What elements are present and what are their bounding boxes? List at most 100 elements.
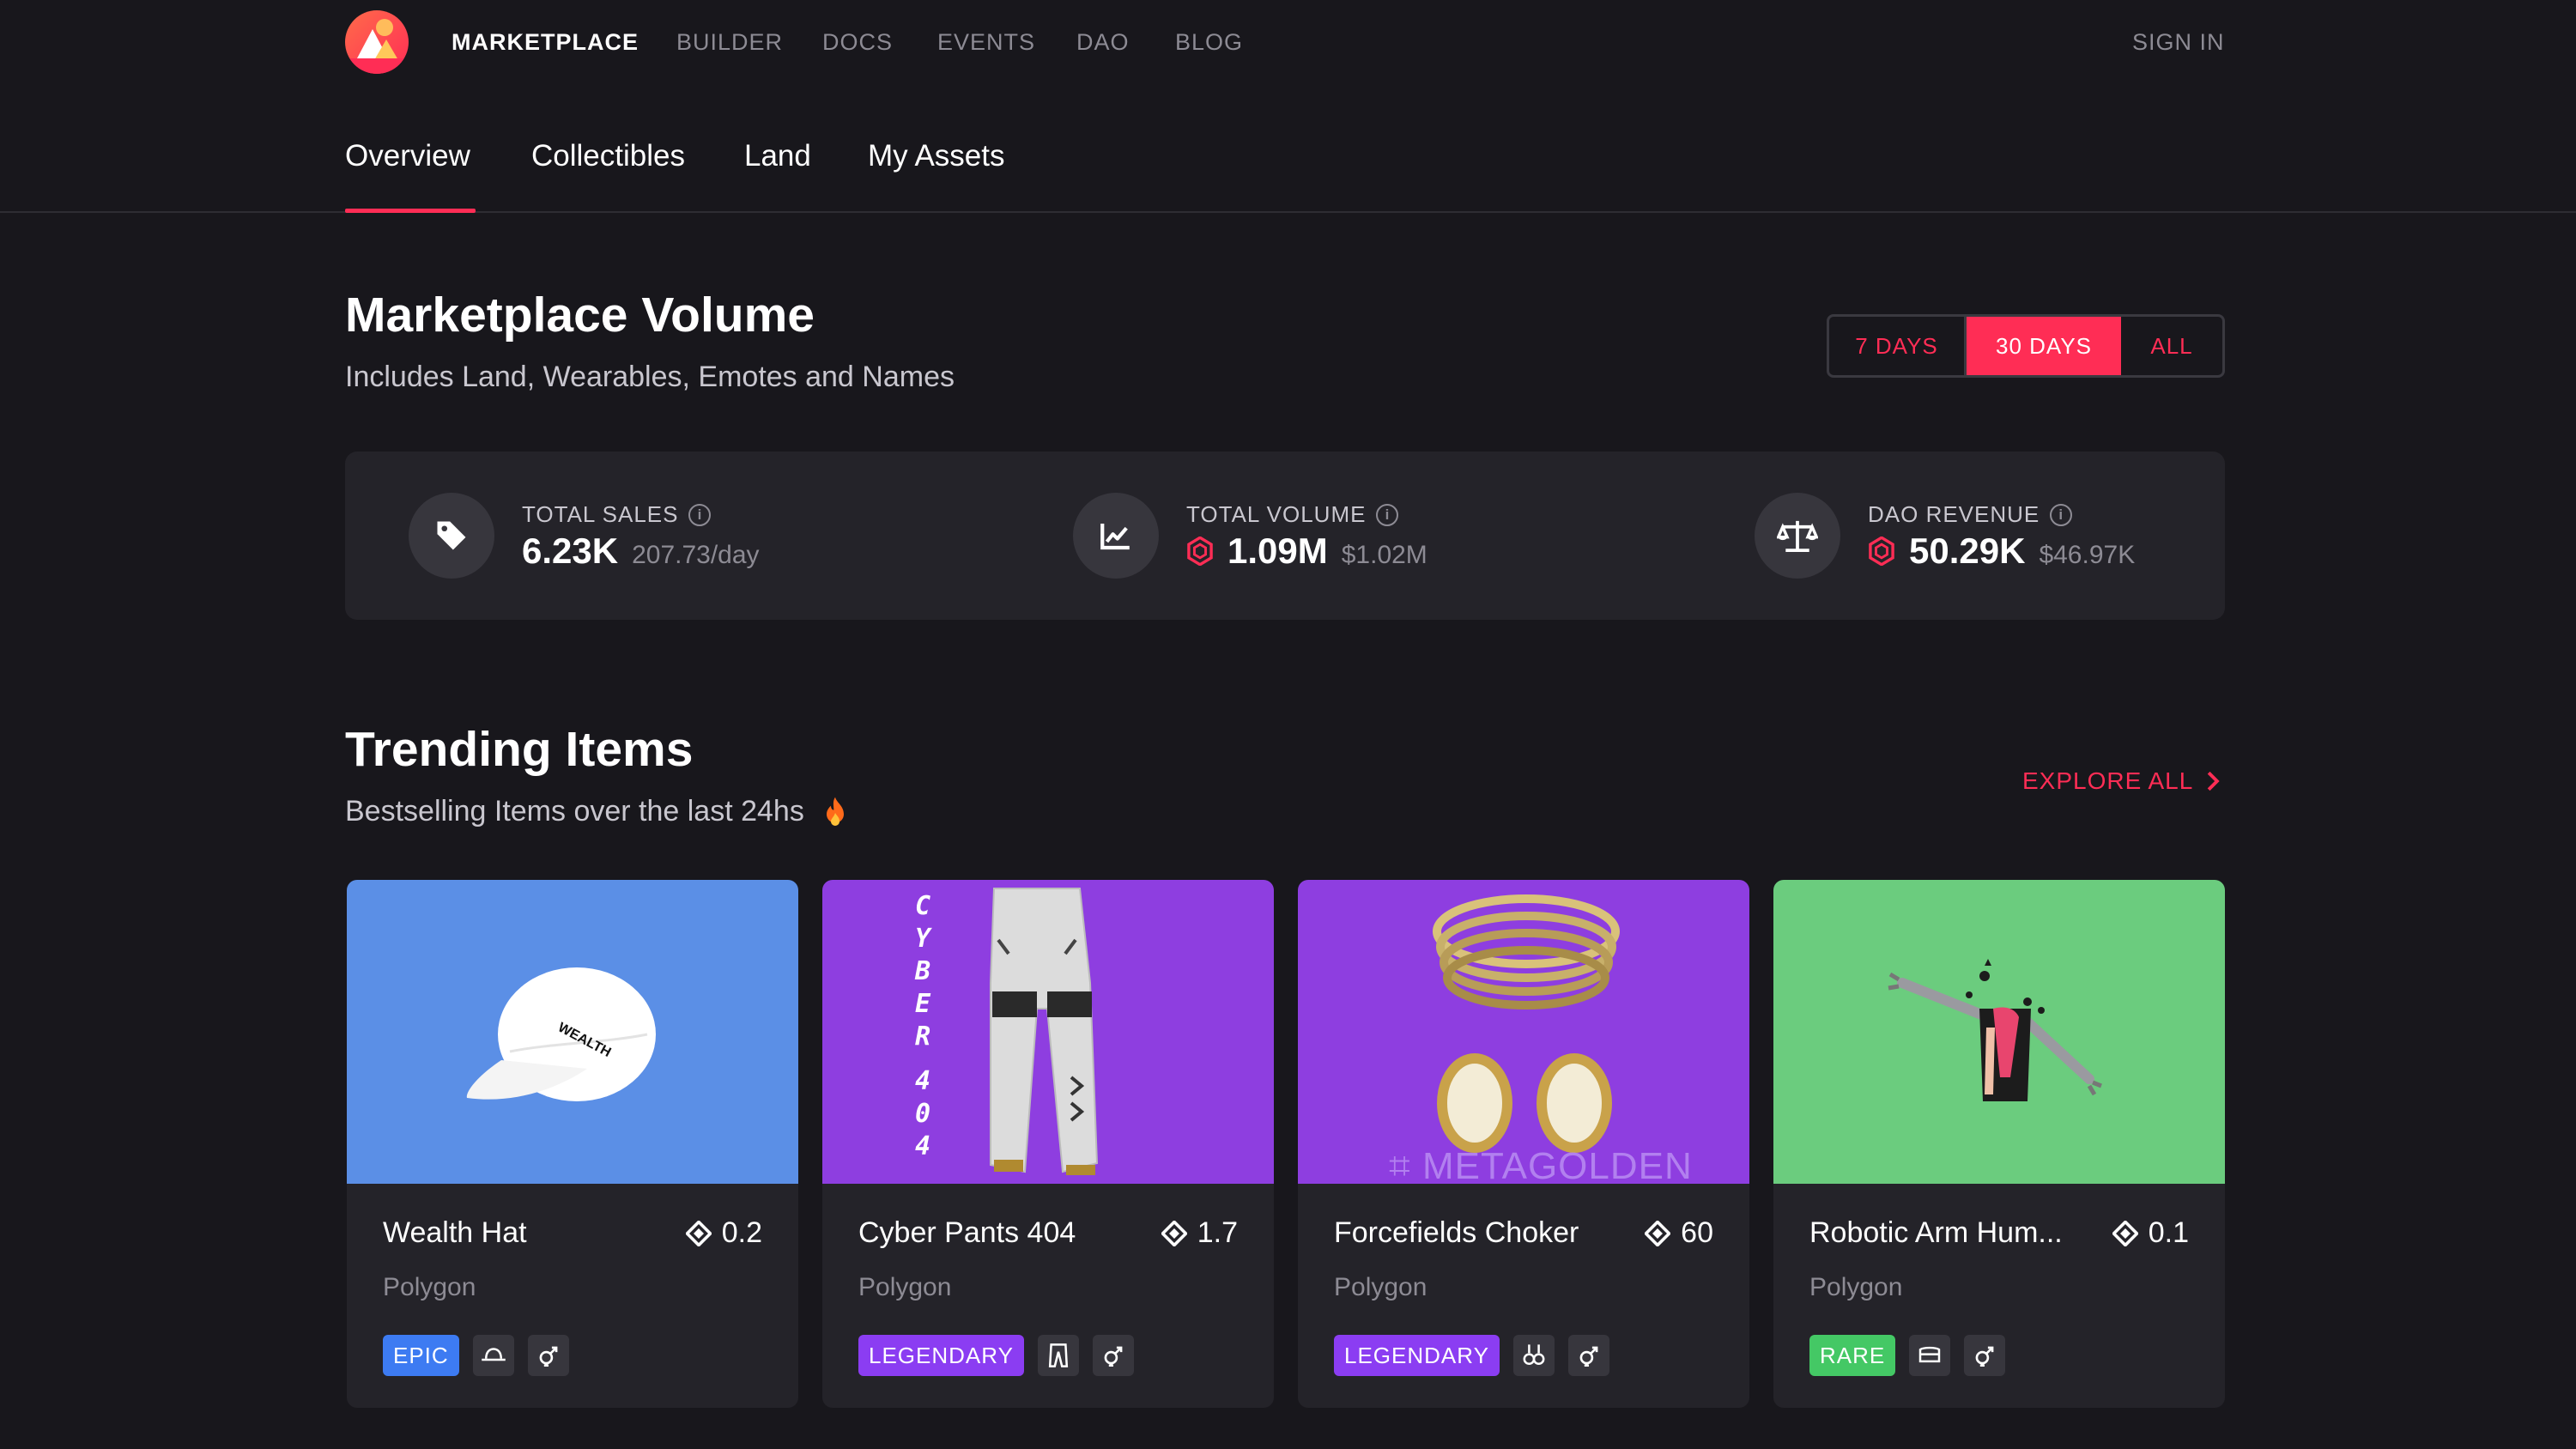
range-30-days-button[interactable]: 30 DAYS — [1967, 317, 2121, 375]
item-name: Forcefields Choker — [1334, 1216, 1579, 1249]
rarity-badge: LEGENDARY — [1334, 1335, 1500, 1376]
mana-icon — [1187, 537, 1213, 566]
range-7-days-button[interactable]: 7 DAYS — [1829, 317, 1967, 375]
unisex-icon — [527, 1335, 569, 1376]
nav-blog[interactable]: BLOG — [1175, 29, 1243, 56]
item-tags: EPIC — [383, 1335, 569, 1376]
total-volume-label-text: TOTAL VOLUME — [1186, 501, 1367, 527]
item-price-value: 0.1 — [2148, 1216, 2189, 1249]
item-name: Wealth Hat — [383, 1216, 527, 1249]
pants-side-text: CYBER404 — [914, 891, 932, 1161]
hat-icon — [472, 1335, 514, 1376]
item-price: 0.1 — [2112, 1216, 2189, 1250]
trending-title: Trending Items — [345, 722, 694, 777]
item-price: 60 — [1645, 1216, 1713, 1250]
rarity-badge: RARE — [1809, 1335, 1896, 1376]
nav-marketplace[interactable]: MARKETPLACE — [452, 29, 639, 56]
unisex-icon — [1567, 1335, 1609, 1376]
explore-all-label: EXPLORE ALL — [2022, 767, 2194, 794]
tab-my-assets[interactable]: My Assets — [868, 139, 1004, 173]
explore-all-link[interactable]: EXPLORE ALL — [2022, 767, 2221, 795]
total-sales-main: 6.23K — [522, 530, 619, 571]
volume-stats-card: TOTAL SALES i 6.23K 207.73/day TOTAL VOL… — [345, 452, 2225, 620]
total-volume-value: 1.09M $1.02M — [1186, 530, 1427, 572]
total-sales-label: TOTAL SALES i — [522, 501, 712, 528]
item-network: Polygon — [1334, 1273, 1427, 1301]
dao-revenue-label: DAO REVENUE i — [1868, 501, 2073, 528]
polygon-diamond-icon — [1645, 1220, 1671, 1246]
info-icon[interactable]: i — [688, 503, 712, 526]
item-image: CYBER404 — [822, 880, 1274, 1184]
dao-revenue-label-text: DAO REVENUE — [1868, 501, 2040, 527]
item-price-value: 60 — [1681, 1216, 1713, 1249]
sub-tabs: Overview Collectibles Land My Assets — [0, 127, 2576, 213]
chart-line-icon — [1073, 493, 1159, 579]
item-card[interactable]: ⌗ METAGOLDEN Forcefields Choker 60 Polyg… — [1298, 880, 1749, 1408]
polygon-diamond-icon — [1161, 1220, 1187, 1246]
info-icon[interactable]: i — [2050, 503, 2073, 526]
sign-in-link[interactable]: SIGN IN — [2132, 29, 2225, 56]
item-price: 0.2 — [685, 1216, 762, 1250]
total-volume-main: 1.09M — [1227, 530, 1328, 571]
item-card[interactable]: Robotic Arm Hum... 0.1 Polygon RARE — [1773, 880, 2225, 1408]
item-price: 1.7 — [1161, 1216, 1238, 1250]
total-sales-label-text: TOTAL SALES — [522, 501, 679, 527]
polygon-diamond-icon — [2112, 1220, 2138, 1246]
time-range-toggle: 7 DAYS 30 DAYS ALL — [1827, 314, 2225, 378]
tag-icon — [409, 493, 494, 579]
item-name: Robotic Arm Hum... — [1809, 1216, 2063, 1249]
item-name: Cyber Pants 404 — [858, 1216, 1076, 1249]
choker-illustration: ⌗ METAGOLDEN — [1389, 894, 1693, 1184]
range-all-button[interactable]: ALL — [2121, 317, 2222, 375]
dao-revenue-usd: $46.97K — [2039, 541, 2136, 569]
total-sales-value: 6.23K 207.73/day — [522, 530, 760, 572]
item-price-value: 1.7 — [1197, 1216, 1238, 1249]
mana-icon — [1869, 537, 1894, 566]
logo-triangle-small — [374, 39, 398, 60]
robotic-arm-illustration — [1888, 959, 2102, 1101]
volume-title: Marketplace Volume — [345, 288, 815, 343]
nav-docs[interactable]: DOCS — [822, 29, 893, 56]
unisex-icon — [1092, 1335, 1134, 1376]
top-navbar: MARKETPLACE BUILDER DOCS EVENTS DAO BLOG… — [0, 0, 2576, 86]
item-card[interactable]: CYBER404 Cyber Pants 404 1.7 Polygon LEG… — [822, 880, 1274, 1408]
tab-overview[interactable]: Overview — [345, 139, 470, 173]
item-image: ⌗ METAGOLDEN — [1298, 880, 1749, 1184]
unisex-icon — [1964, 1335, 2006, 1376]
chevron-right-icon — [2208, 771, 2220, 791]
logo-base — [345, 58, 409, 74]
info-icon[interactable]: i — [1376, 503, 1399, 526]
item-network: Polygon — [858, 1273, 952, 1301]
item-tags: RARE — [1809, 1335, 2006, 1376]
rarity-badge: EPIC — [383, 1335, 459, 1376]
decentraland-logo[interactable] — [345, 10, 409, 74]
earrings-icon — [1512, 1335, 1555, 1376]
trending-subtitle: Bestselling Items over the last 24hs — [345, 795, 850, 830]
rarity-badge: LEGENDARY — [858, 1335, 1024, 1376]
tab-land[interactable]: Land — [744, 139, 811, 173]
top-icon — [1909, 1335, 1951, 1376]
item-tags: LEGENDARY — [1334, 1335, 1609, 1376]
item-network: Polygon — [1809, 1273, 1903, 1301]
nav-events[interactable]: EVENTS — [937, 29, 1035, 56]
dao-revenue-main: 50.29K — [1909, 530, 2026, 571]
dao-revenue-value: 50.29K $46.97K — [1868, 530, 2135, 572]
item-card[interactable]: WEALTH Wealth Hat 0.2 Polygon EPIC — [347, 880, 798, 1408]
item-network: Polygon — [383, 1273, 476, 1301]
nav-dao[interactable]: DAO — [1076, 29, 1130, 56]
item-image — [1773, 880, 2225, 1184]
item-image: WEALTH — [347, 880, 798, 1184]
total-volume-label: TOTAL VOLUME i — [1186, 501, 1399, 528]
pants-illustration: CYBER404 — [914, 888, 1099, 1175]
item-price-value: 0.2 — [721, 1216, 762, 1249]
fire-icon — [827, 797, 845, 827]
trending-subtitle-text: Bestselling Items over the last 24hs — [345, 795, 804, 828]
hat-illustration: WEALTH — [466, 967, 656, 1101]
nav-builder[interactable]: BUILDER — [676, 29, 783, 56]
item-tags: LEGENDARY — [858, 1335, 1134, 1376]
volume-subtitle: Includes Land, Wearables, Emotes and Nam… — [345, 361, 955, 393]
active-tab-indicator — [345, 209, 476, 213]
tab-collectibles[interactable]: Collectibles — [531, 139, 685, 173]
pants-icon — [1037, 1335, 1079, 1376]
choker-brand-text: ⌗ METAGOLDEN — [1389, 1145, 1693, 1184]
